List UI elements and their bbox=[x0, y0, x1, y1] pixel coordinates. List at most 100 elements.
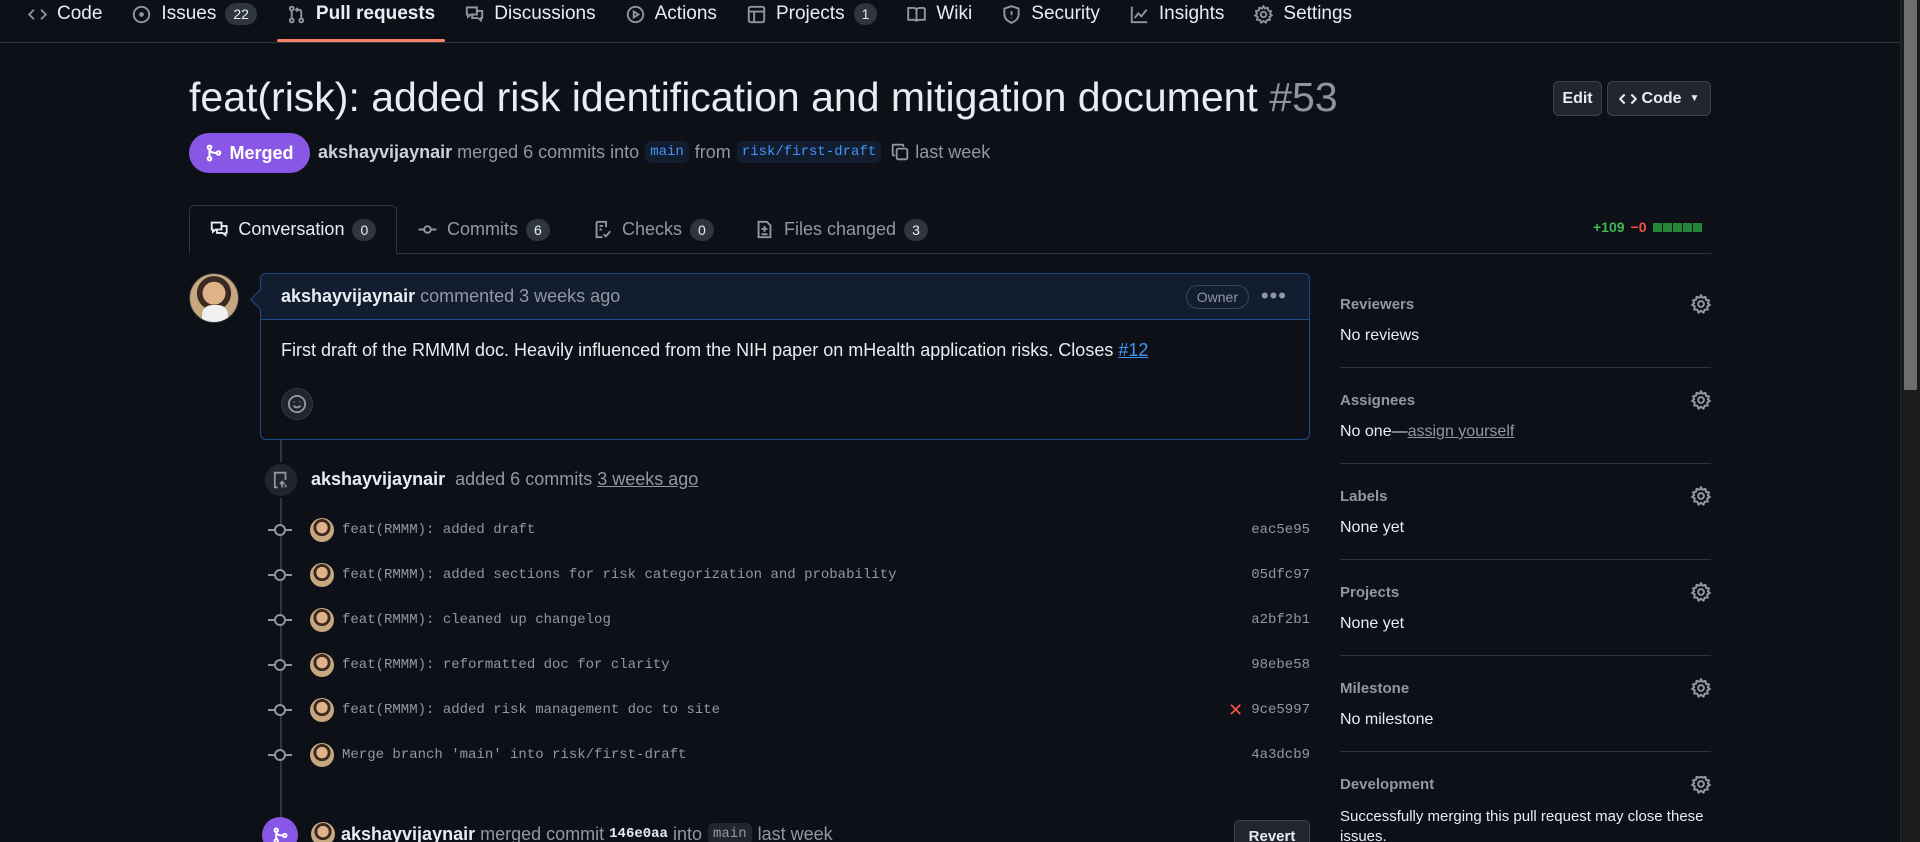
merge-time: last week bbox=[915, 141, 991, 162]
nav-item-label: Discussions bbox=[494, 3, 596, 24]
sidebar-value: None yet bbox=[1340, 519, 1405, 536]
commit-sha[interactable]: 98ebe58 bbox=[1251, 657, 1310, 673]
table-icon bbox=[747, 5, 766, 23]
sidebar-value: None yet bbox=[1340, 615, 1405, 632]
nav-item-label: Settings bbox=[1283, 3, 1353, 24]
tab-checks[interactable]: Checks 0 bbox=[593, 205, 714, 254]
comment-author[interactable]: akshayvijaynair bbox=[281, 286, 415, 307]
push-author[interactable]: akshayvijaynair bbox=[311, 469, 445, 489]
nav-item-security[interactable]: Security bbox=[1002, 0, 1100, 28]
sidebar-milestone: Milestone No milestone bbox=[1340, 678, 1711, 752]
pr-title-text: feat(risk): added risk identification an… bbox=[189, 74, 1258, 120]
git-commit-icon bbox=[268, 658, 292, 672]
tab-conversation[interactable]: Conversation 0 bbox=[189, 205, 397, 254]
nav-item-code[interactable]: Code bbox=[28, 0, 102, 28]
issue-icon bbox=[133, 5, 151, 23]
nav-item-label: Projects bbox=[775, 3, 845, 24]
kebab-menu-icon[interactable]: ••• bbox=[1261, 285, 1287, 307]
gear-icon[interactable] bbox=[1691, 678, 1711, 698]
push-time[interactable]: 3 weeks ago bbox=[597, 469, 698, 489]
tab-label: Files changed bbox=[784, 219, 897, 239]
gear-icon[interactable] bbox=[1691, 776, 1711, 794]
comment-discussion-icon bbox=[466, 5, 484, 22]
git-commit-icon bbox=[268, 748, 292, 762]
owner-badge: Owner bbox=[1185, 285, 1249, 309]
nav-item-issues[interactable]: Issues 22 bbox=[132, 0, 257, 28]
smiley-icon bbox=[287, 394, 307, 414]
commit-message[interactable]: Merge branch 'main' into risk/first-draf… bbox=[342, 747, 1243, 763]
gear-icon[interactable] bbox=[1691, 582, 1711, 602]
commit-message[interactable]: feat(RMMM): added risk management doc to… bbox=[342, 702, 1228, 718]
tab-commits[interactable]: Commits 6 bbox=[418, 205, 550, 254]
nav-item-projects[interactable]: Projects 1 bbox=[747, 0, 878, 28]
nav-item-wiki[interactable]: Wiki bbox=[907, 0, 972, 28]
sidebar-title: Assignees bbox=[1340, 392, 1416, 409]
edit-button[interactable]: Edit bbox=[1553, 81, 1602, 116]
avatar[interactable] bbox=[310, 563, 334, 587]
copy-icon[interactable] bbox=[891, 143, 909, 161]
head-branch[interactable]: risk/first-draft bbox=[736, 141, 882, 163]
avatar[interactable] bbox=[310, 518, 334, 542]
avatar[interactable] bbox=[310, 608, 334, 632]
merge-text: merged 6 commits into bbox=[457, 141, 640, 162]
nav-item-actions[interactable]: Actions bbox=[626, 0, 717, 28]
merge-commit-sha[interactable]: 146e0aa bbox=[609, 826, 668, 842]
sidebar-value: Successfully merging this pull request m… bbox=[1340, 808, 1704, 842]
avatar[interactable] bbox=[310, 653, 334, 677]
commit-message[interactable]: feat(RMMM): added sections for risk cate… bbox=[342, 567, 1243, 583]
commit-row: feat(RMMM): added risk management doc to… bbox=[268, 695, 1310, 725]
merge-event-text: merged commit bbox=[480, 823, 605, 842]
gear-icon[interactable] bbox=[1691, 294, 1711, 314]
issue-link[interactable]: #12 bbox=[1118, 340, 1148, 360]
merge-author[interactable]: akshayvijaynair bbox=[341, 824, 475, 842]
avatar[interactable] bbox=[310, 743, 334, 767]
merge-summary: akshayvijaynair merged 6 commits into ma… bbox=[318, 141, 990, 163]
sidebar-value: No reviews bbox=[1340, 327, 1420, 344]
sidebar-development: Development Successfully merging this pu… bbox=[1340, 776, 1711, 842]
author-link[interactable]: akshayvijaynair bbox=[318, 142, 452, 163]
diffstat-block bbox=[1692, 222, 1702, 232]
assign-yourself-link[interactable]: assign yourself bbox=[1408, 423, 1515, 440]
diffstat: +109 −0 bbox=[1593, 219, 1703, 235]
shield-icon bbox=[1003, 4, 1020, 24]
tab-files-changed[interactable]: Files changed 3 bbox=[755, 205, 928, 254]
commit-sha[interactable]: 9ce5997 bbox=[1251, 702, 1310, 718]
git-commit-icon bbox=[268, 523, 292, 537]
scrollbar-thumb[interactable] bbox=[1904, 0, 1917, 390]
nav-item-pull-requests[interactable]: Pull requests bbox=[276, 0, 446, 42]
file-diff-icon bbox=[757, 220, 772, 239]
scrollbar[interactable] bbox=[1900, 0, 1920, 842]
timeline-line bbox=[280, 440, 282, 842]
nav-item-insights[interactable]: Insights bbox=[1130, 0, 1224, 28]
commit-message[interactable]: feat(RMMM): added draft bbox=[342, 522, 1243, 538]
checklist-icon bbox=[595, 220, 611, 239]
commit-sha[interactable]: 05dfc97 bbox=[1251, 567, 1310, 583]
merge-target-branch[interactable]: main bbox=[707, 823, 752, 842]
tab-label: Conversation bbox=[238, 219, 345, 239]
code-dropdown-button[interactable]: Code ▼ bbox=[1607, 81, 1711, 116]
nav-item-discussions[interactable]: Discussions bbox=[465, 0, 596, 28]
nav-item-settings[interactable]: Settings bbox=[1254, 0, 1352, 28]
diffstat-block bbox=[1662, 222, 1672, 232]
gear-icon[interactable] bbox=[1691, 486, 1711, 506]
avatar[interactable] bbox=[189, 273, 239, 323]
commit-sha[interactable]: eac5e95 bbox=[1251, 522, 1310, 538]
assignees-value: No one— bbox=[1340, 423, 1408, 440]
commit-sha[interactable]: 4a3dcb9 bbox=[1251, 747, 1310, 763]
comment-action: commented 3 weeks ago bbox=[420, 286, 621, 306]
tab-counter: 0 bbox=[690, 218, 714, 241]
avatar[interactable] bbox=[310, 698, 334, 722]
gear-icon[interactable] bbox=[1691, 390, 1711, 410]
commit-status-icon[interactable]: ✕ bbox=[1228, 700, 1243, 721]
comment-body: First draft of the RMMM doc. Heavily inf… bbox=[261, 320, 1309, 381]
commit-sha[interactable]: a2bf2b1 bbox=[1251, 612, 1310, 628]
commit-message[interactable]: feat(RMMM): cleaned up changelog bbox=[342, 612, 1243, 628]
commit-message[interactable]: feat(RMMM): reformatted doc for clarity bbox=[342, 657, 1243, 673]
diffstat-block bbox=[1682, 222, 1692, 232]
sidebar-value: No milestone bbox=[1340, 711, 1434, 728]
commit-row: feat(RMMM): added sections for risk cate… bbox=[268, 560, 1310, 590]
revert-button[interactable]: Revert bbox=[1234, 820, 1310, 842]
base-branch[interactable]: main bbox=[645, 141, 689, 163]
add-reaction-button[interactable] bbox=[281, 388, 313, 420]
avatar[interactable] bbox=[311, 822, 335, 842]
